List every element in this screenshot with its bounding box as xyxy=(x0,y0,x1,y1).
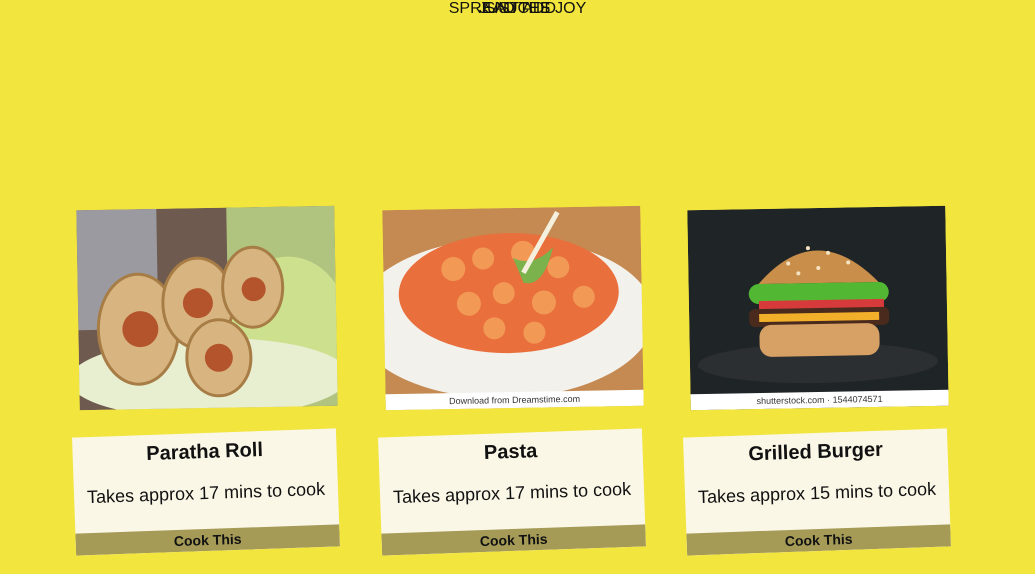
paratha-roll-image xyxy=(76,205,338,411)
hero-subtitle: SPREAD THE JOY xyxy=(448,0,587,17)
recipe-info-pasta: Pasta Takes approx 17 mins to cook Cook … xyxy=(378,428,646,556)
recipe-card-grilled-burger: shutterstock.com · 1544074571 Grilled Bu… xyxy=(683,205,951,556)
recipe-title: Grilled Burger xyxy=(748,438,884,466)
recipe-card-pasta: Download from Dreamstime.com Pasta Takes… xyxy=(378,205,646,556)
cook-this-button[interactable]: Cook This xyxy=(686,524,951,556)
image-watermark: shutterstock.com · 1544074571 xyxy=(690,389,949,411)
recipe-cook-time: Takes approx 17 mins to cook xyxy=(392,478,632,508)
grilled-burger-image: shutterstock.com · 1544074571 xyxy=(687,205,949,411)
recipe-info-grilled-burger: Grilled Burger Takes approx 15 mins to c… xyxy=(683,428,951,556)
pasta-image: Download from Dreamstime.com xyxy=(382,205,644,411)
recipe-title: Pasta xyxy=(483,440,538,464)
recipe-card-paratha-roll: Paratha Roll Takes approx 17 mins to coo… xyxy=(72,205,340,556)
recipe-info-paratha-roll: Paratha Roll Takes approx 17 mins to coo… xyxy=(72,428,340,556)
recipe-cook-time: Takes approx 17 mins to cook xyxy=(86,478,326,508)
cook-this-button[interactable]: Cook This xyxy=(75,524,340,556)
recipe-cook-time: Takes approx 15 mins to cook xyxy=(697,478,937,508)
recipe-title: Paratha Roll xyxy=(145,438,264,466)
cook-this-button[interactable]: Cook This xyxy=(381,524,646,556)
image-watermark: Download from Dreamstime.com xyxy=(385,389,644,411)
